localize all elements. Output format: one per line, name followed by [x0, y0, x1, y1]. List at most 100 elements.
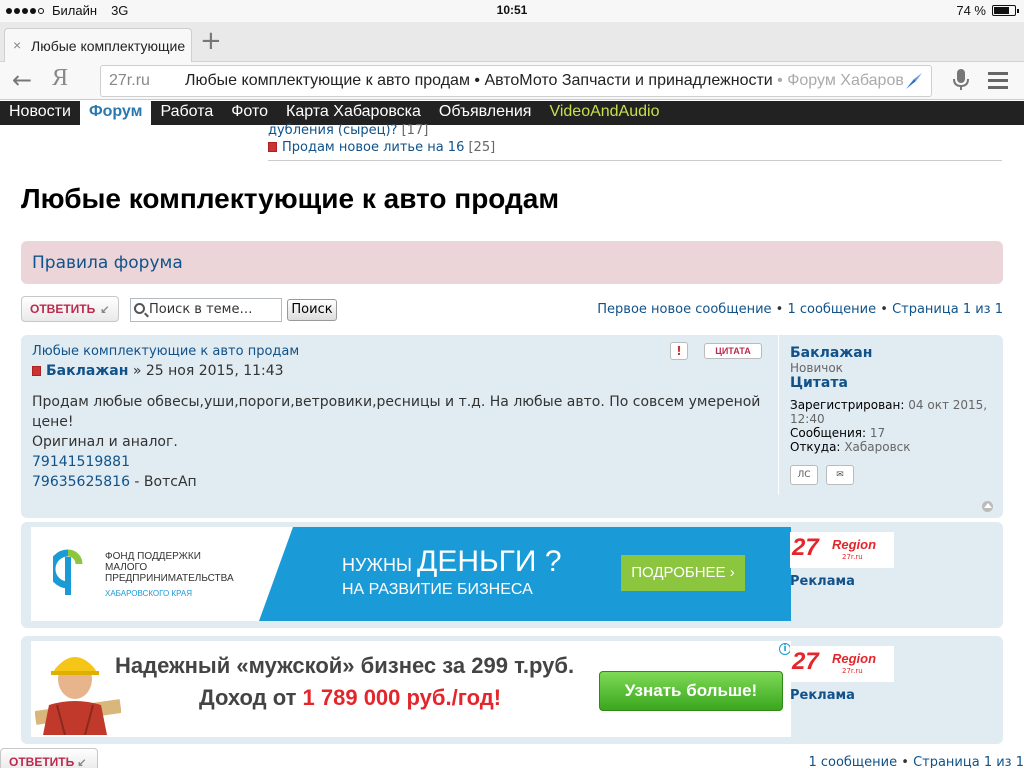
ad2-line-2-b: 1 789 000 руб./год!	[302, 685, 502, 710]
new-tab-button[interactable]: +	[200, 28, 222, 54]
region-num: 27	[792, 648, 819, 675]
ad2-line-2: Доход от 1 789 000 руб./год!	[199, 685, 501, 711]
microphone-icon[interactable]	[952, 69, 970, 91]
url-field[interactable]: 27r.ru Любые комплектующие к авто продам…	[100, 65, 932, 97]
battery-label: 74 %	[956, 3, 986, 18]
sep: •	[876, 302, 893, 317]
tab-current[interactable]: × Любые комплектующие к авто	[4, 28, 192, 62]
nav-item-jobs[interactable]: Работа	[151, 101, 222, 125]
ad-headline-b: ДЕНЬГИ ?	[417, 545, 562, 578]
region-word: Region	[832, 651, 877, 666]
pagination-bottom: 1 сообщение • Страница 1 из 1	[808, 755, 1024, 768]
pagination-top: Первое новое сообщение • 1 сообщение • С…	[597, 302, 1003, 317]
ad-banner-business[interactable]: Надежный «мужской» бизнес за 299 т.руб. …	[31, 641, 791, 737]
address-bar-row: ← Я 27r.ru Любые комплектующие к авто пр…	[0, 62, 1024, 100]
search-input[interactable]: Поиск в теме…	[130, 298, 282, 322]
ad-more-button[interactable]: ПОДРОБНЕЕ ›	[621, 555, 745, 591]
reply-button[interactable]: ОТВЕТИТЬ ↙	[21, 296, 119, 322]
message-count-bottom: 1 сообщение	[808, 755, 898, 768]
fund-sub: ХАБАРОВСКОГО КРАЯ	[105, 589, 193, 598]
ad2-line-2-a: Доход от	[199, 685, 303, 710]
fund-name: ФОНД ПОДДЕРЖКИ МАЛОГО ПРЕДПРИНИМАТЕЛЬСТВ…	[105, 551, 234, 599]
close-tab-icon[interactable]: ×	[13, 37, 21, 53]
search-button[interactable]: Поиск	[287, 299, 337, 321]
region-site: 27r.ru	[842, 553, 863, 561]
first-new-post-link[interactable]: Первое новое сообщение	[597, 302, 771, 317]
battery-icon	[992, 5, 1019, 16]
post-title-link[interactable]: Любые комплектующие к авто продам	[32, 344, 299, 359]
ad-label[interactable]: Реклама	[790, 574, 855, 589]
from-value: Хабаровск	[844, 440, 911, 454]
region-num: 27	[792, 534, 819, 561]
fund-line-1: ФОНД ПОДДЕРЖКИ	[105, 551, 201, 562]
topic-icon	[268, 142, 277, 152]
yandex-logo-button[interactable]: Я	[52, 65, 68, 92]
sep: •	[771, 302, 788, 317]
url-title-text: Любые комплектующие к авто продам • Авто…	[185, 72, 773, 89]
post-author-line: Баклажан » 25 ноя 2015, 11:43	[32, 363, 284, 379]
region-logo-2[interactable]: 27 Region 27r.ru	[790, 646, 894, 682]
related-topic-2[interactable]: Продам новое литье на 16 [25]	[268, 139, 495, 156]
ad-banner-fund[interactable]: ФОНД ПОДДЕРЖКИ МАЛОГО ПРЕДПРИНИМАТЕЛЬСТВ…	[31, 527, 791, 621]
post-profile: Баклажан Новичок Цитата Зарегистрирован:…	[790, 345, 1003, 454]
related-topic-2-count: [25]	[468, 140, 496, 155]
related-topic-2-label: Продам новое литье на 16	[282, 140, 465, 155]
page-title: Любые комплектующие к авто продам	[21, 183, 560, 214]
back-to-top-icon[interactable]	[982, 501, 993, 512]
post-text-line-2: Оригинал и аналог.	[32, 434, 178, 450]
report-icon[interactable]: !	[670, 342, 688, 360]
related-topic-1[interactable]: дубления (сырец)? [17]	[268, 122, 495, 139]
ad-row-1: ФОНД ПОДДЕРЖКИ МАЛОГО ПРЕДПРИНИМАТЕЛЬСТВ…	[21, 522, 1003, 628]
ad-subline: НА РАЗВИТИЕ БИЗНЕСА	[342, 581, 533, 598]
ad-row-2: Надежный «мужской» бизнес за 299 т.руб. …	[21, 636, 1003, 744]
private-message-icon[interactable]: ЛС	[790, 465, 818, 485]
email-icon[interactable]: ✉	[826, 465, 854, 485]
url-title-tail: • Форум Хабаровск	[772, 72, 919, 89]
region-word: Region	[832, 537, 877, 552]
phone-link-2[interactable]: 79635625816	[32, 474, 130, 490]
reply-arrow-icon: ↙	[97, 304, 110, 316]
ad2-line-1: Надежный «мужской» бизнес за 299 т.руб.	[115, 653, 575, 678]
url-title: Любые комплектующие к авто продам • Авто…	[185, 72, 919, 90]
phone-2-suffix: - ВотсАп	[129, 474, 197, 490]
phone-line-2: 79635625816 - ВотсАп	[32, 472, 772, 492]
quote-button[interactable]: ЦИТАТА	[704, 343, 762, 359]
search-icon	[134, 303, 145, 314]
posts-label: Сообщения:	[790, 426, 867, 440]
post: Любые комплектующие к авто продам ! ЦИТА…	[21, 335, 1003, 518]
profile-contacts: ЛС ✉	[790, 465, 854, 485]
message-count: 1 сообщение	[787, 302, 877, 317]
related-topic-1-count: [17]	[401, 123, 429, 138]
fund-line-3: ПРЕДПРИНИМАТЕЛЬСТВА	[105, 573, 234, 584]
posts-value[interactable]: 17	[870, 426, 885, 440]
fund-line-2: МАЛОГО	[105, 562, 148, 573]
ad-headline: НУЖНЫ ДЕНЬГИ ?	[342, 545, 562, 579]
ad-headline-a: НУЖНЫ	[342, 555, 417, 575]
post-date: » 25 ноя 2015, 11:43	[128, 363, 284, 379]
reply-button-bottom[interactable]: ОТВЕТИТЬ ↙	[0, 748, 98, 768]
region-logo[interactable]: 27 Region 27r.ru	[790, 532, 894, 568]
post-text-line-1: Продам любые обвесы,уши,пороги,ветровики…	[32, 394, 761, 430]
profile-divider	[778, 335, 779, 495]
compass-icon[interactable]	[903, 70, 925, 92]
back-button[interactable]: ←	[12, 66, 32, 94]
nav-item-news[interactable]: Новости	[0, 101, 80, 125]
page-indicator: Страница 1 из 1	[892, 302, 1003, 317]
learn-more-button[interactable]: Узнать больше!	[599, 671, 783, 711]
nav-item-forum[interactable]: Форум	[79, 101, 152, 125]
ad-label-2[interactable]: Реклама	[790, 688, 855, 703]
post-author-link[interactable]: Баклажан	[46, 363, 128, 379]
url-domain: 27r.ru	[109, 72, 150, 89]
menu-icon[interactable]	[988, 72, 1008, 93]
nav-item-videoandaudio[interactable]: VideoAndAudio	[540, 101, 668, 125]
phone-link-1[interactable]: 79141519881	[32, 452, 772, 472]
tab-strip: × Любые комплектующие к авто +	[0, 22, 1024, 62]
status-bar: Билайн 3G 10:51 74 %	[0, 0, 1024, 22]
profile-rank-2: Цитата	[790, 375, 848, 391]
profile-registered: Зарегистрирован: 04 окт 2015, 12:40	[790, 398, 1003, 426]
post-icon	[32, 366, 41, 376]
forum-rules-link[interactable]: Правила форума	[21, 241, 1003, 284]
tab-title: Любые комплектующие к авто	[31, 38, 187, 54]
ad-slant	[259, 527, 293, 621]
profile-name-link[interactable]: Баклажан	[790, 345, 1003, 361]
